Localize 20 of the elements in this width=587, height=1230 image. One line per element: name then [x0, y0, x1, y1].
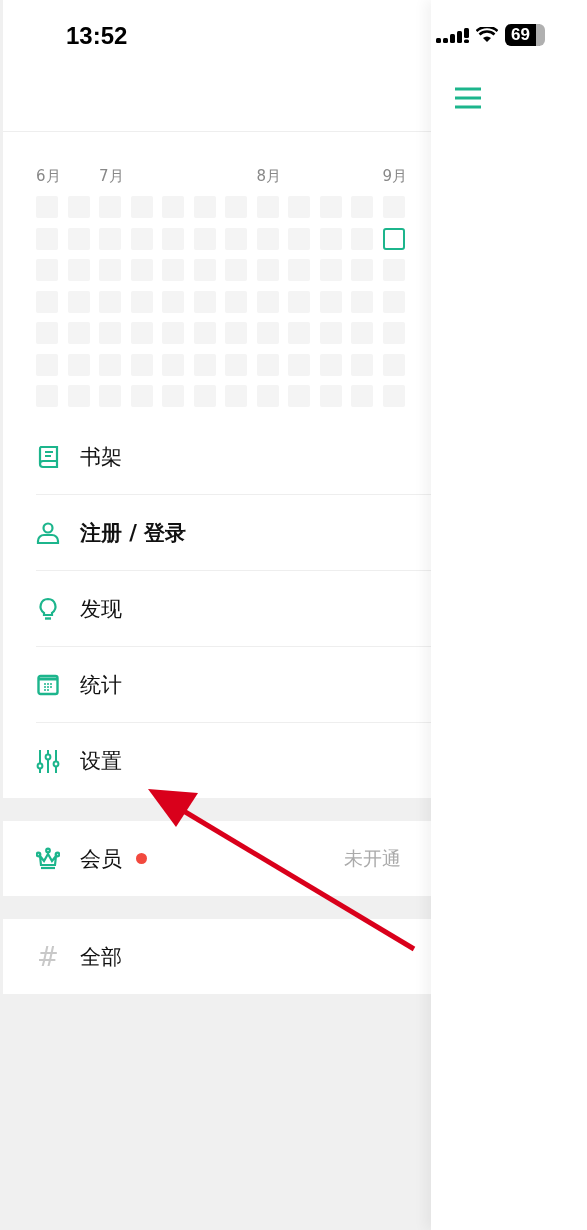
clock-time: 13:52: [66, 22, 128, 50]
hash-icon: #: [36, 941, 60, 972]
menu-icon[interactable]: [454, 87, 482, 109]
wifi-icon: [476, 27, 499, 43]
battery-indicator: 69: [505, 24, 545, 46]
calendar-icon: [36, 672, 60, 697]
menu-item[interactable]: 书架: [36, 419, 431, 494]
lightbulb-icon: [36, 596, 60, 621]
status-text: 未开通: [344, 845, 401, 871]
month-label: 7月: [99, 167, 125, 187]
sliders-icon: [36, 748, 60, 773]
month-label: 8月: [256, 167, 283, 187]
menu-item[interactable]: # 全部: [36, 919, 431, 994]
menu-item[interactable]: 会员 未开通: [36, 821, 431, 896]
person-icon: [36, 520, 60, 545]
crown-icon: [36, 846, 60, 871]
book-icon: [36, 444, 60, 469]
month-label: 6月: [36, 167, 62, 187]
signal-icon: [436, 27, 470, 43]
month-label: 9月: [382, 167, 409, 187]
